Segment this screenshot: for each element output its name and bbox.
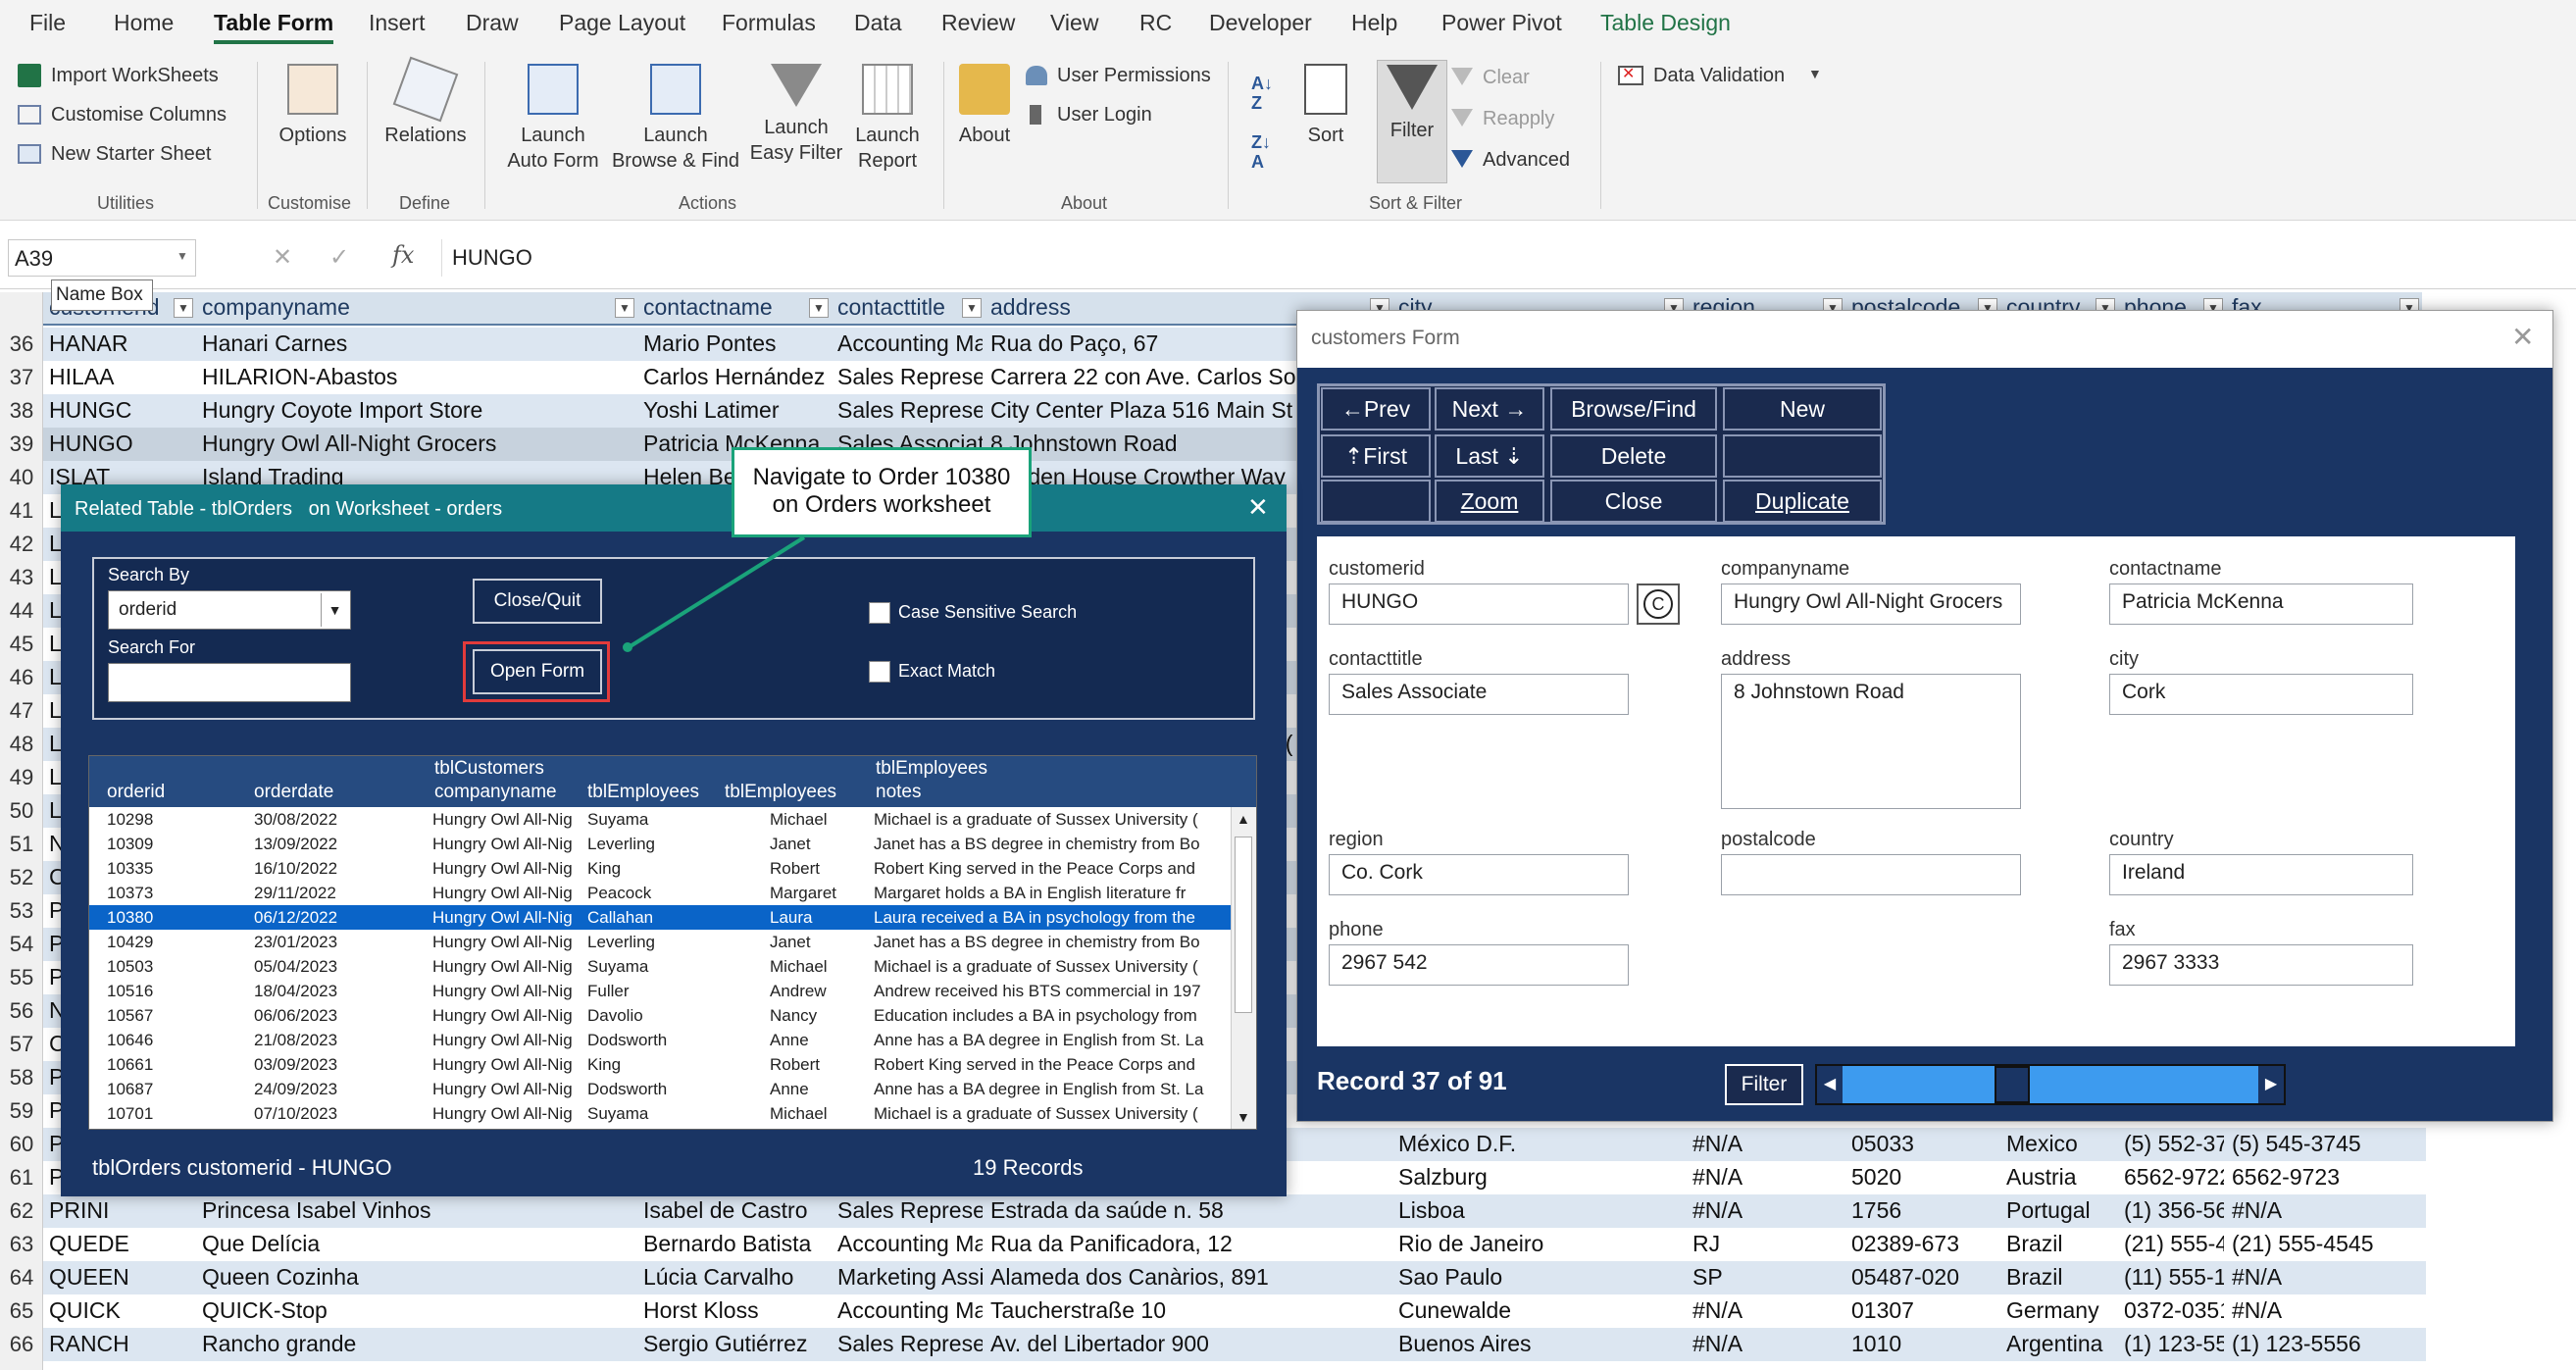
callout-box: Navigate to Order 10380 on Orders worksh… xyxy=(732,447,1032,537)
name-box-tooltip: Name Box xyxy=(51,279,153,311)
callout-line-1: Navigate to Order 10380 xyxy=(752,464,1011,490)
callout-connector xyxy=(623,535,806,652)
callout-line-2: on Orders worksheet xyxy=(772,491,991,518)
